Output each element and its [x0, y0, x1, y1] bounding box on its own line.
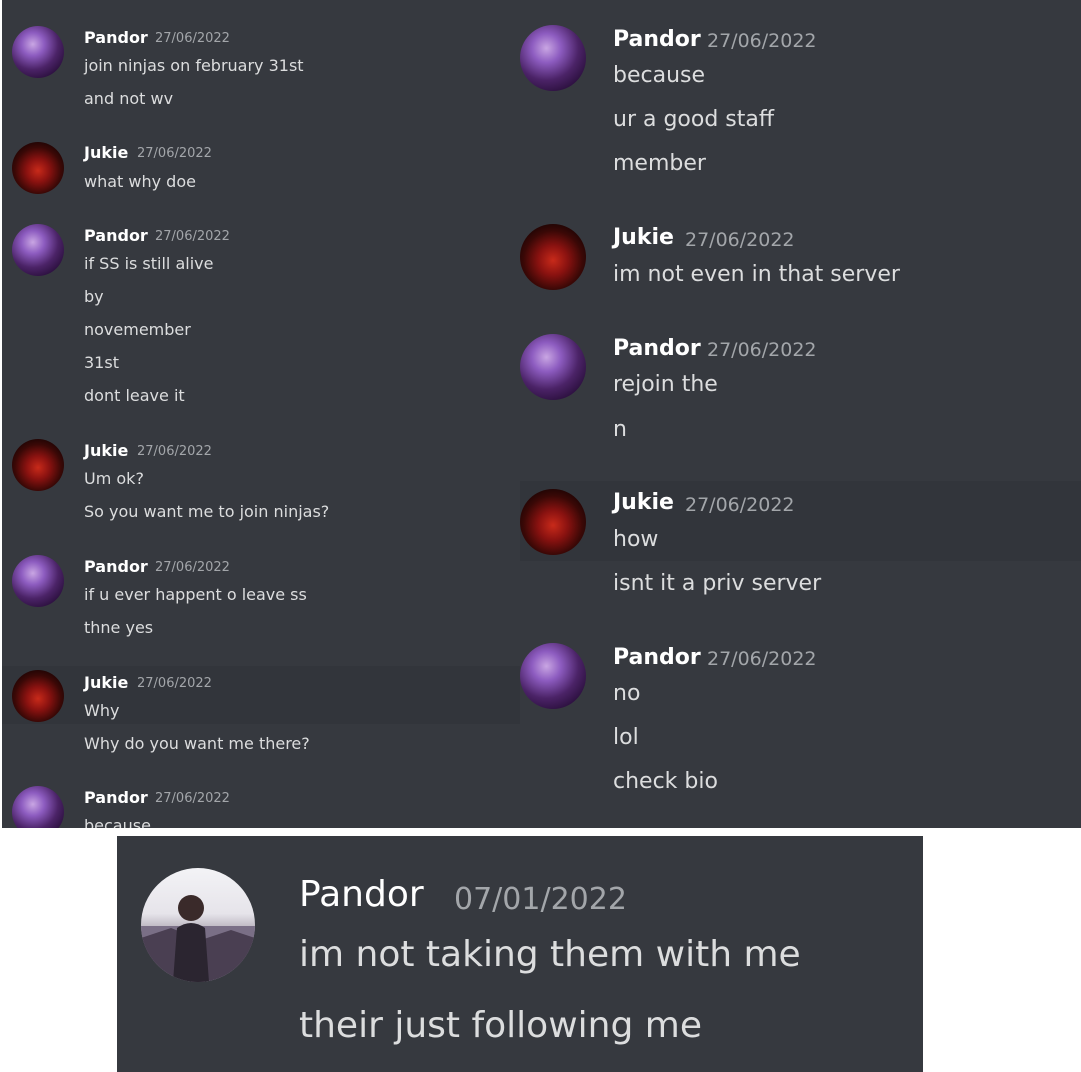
message-text: Um ok? [84, 469, 144, 488]
message-timestamp: 27/06/2022 [137, 444, 212, 459]
message-text: So you want me to join ninjas? [84, 502, 330, 521]
message-timestamp: 27/06/2022 [155, 791, 230, 806]
message-text: novemember [84, 320, 191, 339]
message-text: how [613, 527, 659, 552]
message-text: join ninjas on february 31st [84, 56, 304, 75]
author-name[interactable]: Pandor [84, 28, 148, 47]
message-text: n [613, 417, 627, 442]
avatar-figure-icon [141, 895, 255, 982]
author-name[interactable]: Jukie [84, 441, 128, 460]
message-text: their just following me [299, 1005, 702, 1046]
message-timestamp: 27/06/2022 [155, 31, 230, 46]
message-text: no [613, 681, 641, 706]
hovered-message-highlight [520, 481, 1081, 561]
author-name[interactable]: Jukie [613, 490, 674, 515]
message-text: Why do you want me there? [84, 734, 310, 753]
user-avatar[interactable] [520, 489, 586, 555]
message-text: 31st [84, 353, 119, 372]
chat-panel-bottom: Pandor 07/01/2022 im not taking them wit… [117, 836, 923, 1072]
user-avatar[interactable] [12, 670, 64, 722]
hovered-message-highlight [2, 666, 520, 724]
message-timestamp: 27/06/2022 [685, 229, 795, 251]
message-text: im not even in that server [613, 262, 900, 287]
message-text: what why doe [84, 172, 196, 191]
user-avatar[interactable] [520, 643, 586, 709]
message-timestamp: 27/06/2022 [707, 648, 817, 670]
author-name[interactable]: Pandor [613, 645, 701, 670]
message-timestamp: 27/06/2022 [137, 146, 212, 161]
message-timestamp: 27/06/2022 [155, 560, 230, 575]
author-name[interactable]: Pandor [84, 557, 148, 576]
message-text: ur a good staff [613, 107, 775, 132]
author-name[interactable]: Jukie [84, 673, 128, 692]
chat-panel-left: Pandor 27/06/2022 join ninjas on februar… [2, 0, 520, 828]
message-timestamp: 27/06/2022 [707, 30, 817, 52]
message-text: isnt it a priv server [613, 571, 822, 596]
message-timestamp: 27/06/2022 [155, 229, 230, 244]
user-avatar[interactable] [12, 26, 64, 78]
message-text: dont leave it [84, 386, 185, 405]
user-avatar[interactable] [12, 786, 64, 828]
message-timestamp: 27/06/2022 [707, 339, 817, 361]
message-text: by [84, 287, 104, 306]
message-text: Why [84, 701, 120, 720]
message-text: if SS is still alive [84, 254, 214, 273]
user-avatar[interactable] [12, 439, 64, 491]
author-name[interactable]: Pandor [613, 336, 701, 361]
user-avatar[interactable] [12, 555, 64, 607]
user-avatar[interactable] [520, 224, 586, 290]
message-text: lol [613, 725, 639, 750]
user-avatar[interactable] [12, 142, 64, 194]
author-name[interactable]: Pandor [84, 226, 148, 245]
message-text: thne yes [84, 618, 154, 637]
author-name[interactable]: Pandor [613, 27, 701, 52]
message-timestamp: 27/06/2022 [137, 676, 212, 691]
message-timestamp: 07/01/2022 [454, 882, 627, 917]
user-avatar[interactable] [520, 25, 586, 91]
message-text: rejoin the [613, 372, 718, 397]
message-text: and not wv [84, 89, 174, 108]
message-text: because [84, 816, 151, 828]
author-name[interactable]: Jukie [613, 225, 674, 250]
author-name[interactable]: Pandor [84, 788, 148, 807]
user-avatar[interactable] [141, 868, 255, 982]
message-text: im not taking them with me [299, 934, 801, 975]
author-name[interactable]: Pandor [299, 874, 424, 915]
author-name[interactable]: Jukie [84, 143, 128, 162]
user-avatar[interactable] [520, 334, 586, 400]
message-text: because [613, 63, 706, 88]
message-timestamp: 27/06/2022 [685, 494, 795, 516]
user-avatar[interactable] [12, 224, 64, 276]
message-text: if u ever happent o leave ss [84, 585, 307, 604]
message-text: check bio [613, 769, 718, 794]
message-text: member [613, 151, 706, 176]
chat-panel-right: Pandor 27/06/2022 because ur a good staf… [520, 0, 1081, 828]
